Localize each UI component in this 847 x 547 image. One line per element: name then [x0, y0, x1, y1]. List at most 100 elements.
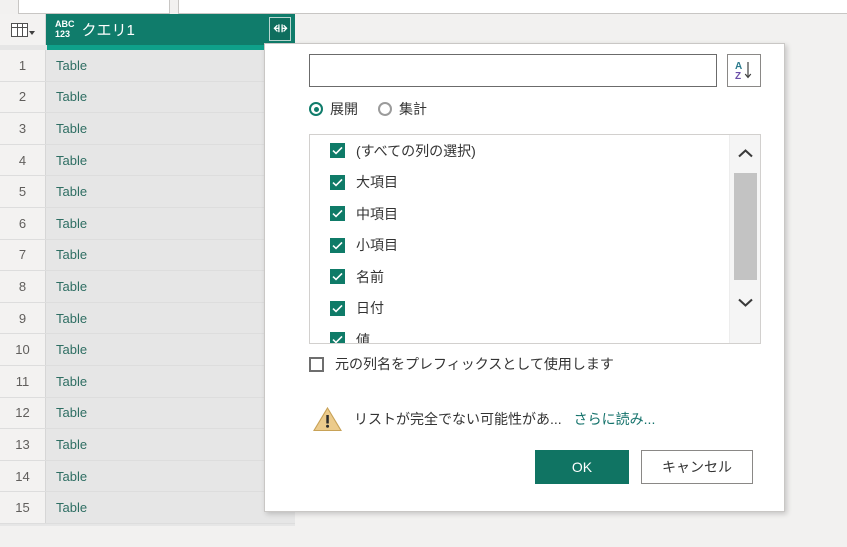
listbox-scrollbar[interactable] — [729, 135, 760, 343]
table-row[interactable]: 9 Table — [0, 302, 295, 335]
columns-list: (すべての列の選択) 大項目中項目小項目名前日付値 — [310, 135, 730, 344]
grid-header-row: ABC 123 クエリ1 — [0, 14, 295, 50]
table-row[interactable]: 12 Table — [0, 397, 295, 430]
table-row[interactable]: 2 Table — [0, 81, 295, 114]
column-name-label: 日付 — [356, 300, 384, 317]
row-number-header[interactable] — [0, 14, 46, 45]
chevron-down-icon[interactable] — [730, 287, 760, 317]
radio-option-aggregate[interactable]: 集計 — [378, 99, 427, 119]
table-cell-value[interactable]: Table — [47, 271, 295, 302]
table-cell-value[interactable]: Table — [47, 207, 295, 239]
column-name-label: 値 — [356, 331, 370, 344]
table-row[interactable]: 6 Table — [0, 207, 295, 240]
formula-name-box[interactable] — [18, 0, 170, 14]
list-item[interactable]: 日付 — [310, 293, 730, 325]
row-number: 10 — [0, 334, 46, 365]
expand-columns-icon[interactable] — [269, 17, 291, 41]
radio-mark[interactable] — [309, 102, 323, 116]
table-row[interactable]: 8 Table — [0, 271, 295, 303]
column-checkbox[interactable] — [330, 300, 345, 316]
table-cell-value[interactable]: Table — [47, 50, 295, 81]
table-row[interactable]: 7 Table — [0, 239, 295, 272]
cancel-button[interactable]: キャンセル — [641, 450, 753, 484]
load-more-link[interactable]: さらに読み... — [574, 409, 656, 429]
column-checkbox[interactable] — [330, 269, 345, 285]
column-checkbox[interactable] — [330, 237, 345, 253]
formula-input-box[interactable] — [178, 0, 847, 14]
table-grid-icon — [10, 22, 35, 37]
table-row[interactable]: 13 Table — [0, 429, 295, 461]
type-badge-line2: 123 — [55, 28, 71, 39]
row-number: 14 — [0, 460, 46, 492]
table-row[interactable]: 14 Table — [0, 460, 295, 493]
row-number: 8 — [0, 271, 46, 302]
column-checkbox[interactable] — [330, 174, 345, 190]
row-number: 6 — [0, 207, 46, 239]
warning-triangle-icon — [313, 406, 342, 432]
table-cell-value[interactable]: Table — [47, 460, 295, 492]
mode-radio-group: 展開 集計 — [309, 99, 427, 119]
column-checkbox[interactable] — [330, 332, 345, 343]
columns-listbox[interactable]: (すべての列の選択) 大項目中項目小項目名前日付値 — [309, 134, 761, 344]
radio-mark[interactable] — [378, 102, 392, 116]
table-cell-value[interactable]: Table — [47, 113, 295, 144]
data-grid: ABC 123 クエリ1 1 Table 2 Table 3 Table 4 Table 5 Ta… — [0, 14, 295, 526]
use-prefix-checkbox-row[interactable]: 元の列名をプレフィックスとして使用します — [309, 354, 614, 374]
row-number: 9 — [0, 302, 46, 334]
search-input[interactable] — [309, 54, 717, 87]
column-type-badge: ABC 123 — [55, 19, 75, 39]
column-name-label: 小項目 — [356, 237, 398, 254]
row-number: 5 — [0, 176, 46, 207]
ok-button[interactable]: OK — [535, 450, 629, 484]
expand-columns-dialog: A Z 展開 集計 (すべての列の選択) 大項目中項目小項目名前日付値 — [264, 43, 785, 512]
column-checkbox[interactable] — [330, 206, 345, 222]
type-badge-line1: ABC — [55, 19, 75, 29]
column-name-label: 大項目 — [356, 174, 398, 191]
row-number: 15 — [0, 492, 46, 523]
table-cell-value[interactable]: Table — [47, 397, 295, 429]
table-row[interactable]: 4 Table — [0, 144, 295, 177]
list-item[interactable]: 中項目 — [310, 198, 730, 230]
row-number: 2 — [0, 81, 46, 113]
table-cell-value[interactable]: Table — [47, 429, 295, 460]
table-cell-value[interactable]: Table — [47, 239, 295, 271]
table-row[interactable]: 3 Table — [0, 113, 295, 145]
sort-a-to-z-icon[interactable]: A Z — [727, 54, 761, 87]
column-name-label: (すべての列の選択) — [356, 142, 476, 159]
list-item[interactable]: (すべての列の選択) — [310, 135, 730, 167]
row-number: 13 — [0, 429, 46, 460]
dialog-button-row: OK キャンセル — [535, 450, 753, 484]
scrollbar-thumb[interactable] — [734, 173, 757, 280]
radio-option-expand[interactable]: 展開 — [309, 99, 358, 119]
table-row[interactable]: 5 Table — [0, 176, 295, 208]
chevron-up-icon[interactable] — [730, 139, 760, 169]
table-cell-value[interactable]: Table — [47, 492, 295, 523]
table-row[interactable]: 11 Table — [0, 365, 295, 398]
radio-label: 集計 — [399, 101, 427, 117]
warning-row: リストが完全でない可能性があ... さらに読み... — [313, 406, 655, 432]
table-cell-value[interactable]: Table — [47, 144, 295, 176]
list-item[interactable]: 小項目 — [310, 230, 730, 262]
use-prefix-checkbox[interactable] — [309, 356, 324, 372]
table-cell-value[interactable]: Table — [47, 334, 295, 365]
row-number: 12 — [0, 397, 46, 429]
svg-text:Z: Z — [735, 71, 741, 82]
column-header-query1[interactable]: ABC 123 クエリ1 — [47, 14, 295, 45]
table-cell-value[interactable]: Table — [47, 176, 295, 207]
row-number: 3 — [0, 113, 46, 144]
formula-bar-strip — [0, 0, 847, 14]
table-cell-value[interactable]: Table — [47, 365, 295, 397]
table-row[interactable]: 15 Table — [0, 492, 295, 524]
column-name-label: 中項目 — [356, 205, 398, 222]
column-header-label: クエリ1 — [81, 22, 135, 39]
list-item[interactable]: 値 — [310, 324, 730, 344]
table-cell-value[interactable]: Table — [47, 81, 295, 113]
list-item[interactable]: 名前 — [310, 261, 730, 293]
list-item[interactable]: 大項目 — [310, 167, 730, 199]
table-row[interactable]: 1 Table — [0, 50, 295, 82]
warning-text: リストが完全でない可能性があ... — [354, 411, 562, 427]
column-checkbox[interactable] — [330, 143, 345, 159]
grid-rows: 1 Table 2 Table 3 Table 4 Table 5 Table 6 Table 7 Tab… — [0, 50, 295, 526]
table-row[interactable]: 10 Table — [0, 334, 295, 366]
table-cell-value[interactable]: Table — [47, 302, 295, 334]
